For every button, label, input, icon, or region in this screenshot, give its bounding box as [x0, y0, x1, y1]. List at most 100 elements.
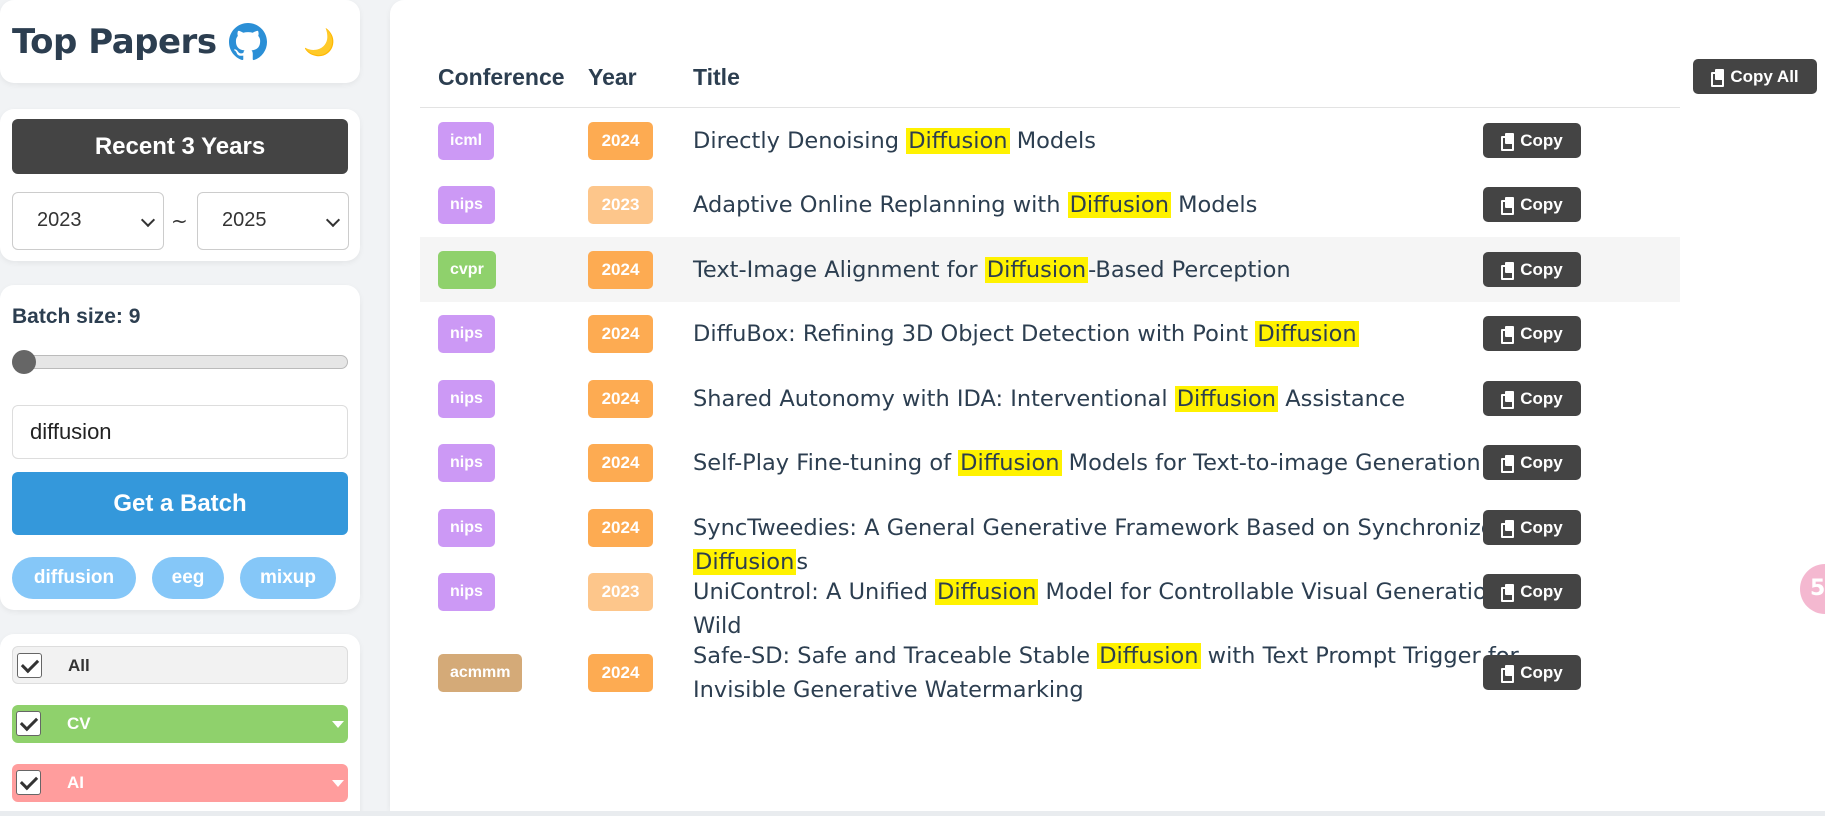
column-header-year: Year: [588, 64, 637, 90]
category-cv[interactable]: CV: [12, 705, 348, 743]
keyword-chip-eeg[interactable]: eeg: [152, 557, 224, 599]
copy-icon: [1501, 197, 1515, 215]
title-text: Shared Autonomy with IDA: Interventional: [693, 386, 1175, 412]
copy-label: Copy: [1520, 452, 1563, 472]
copy-icon: [1501, 326, 1515, 344]
brand-title: Top Papers: [12, 22, 217, 62]
copy-label: Copy: [1520, 581, 1563, 601]
keyword-highlight: Diffusion: [935, 579, 1039, 605]
title-text: DiffuBox: Refining 3D Object Detection w…: [693, 321, 1256, 347]
copy-button[interactable]: Copy: [1483, 316, 1581, 351]
copy-icon: [1501, 262, 1515, 280]
copy-button[interactable]: Copy: [1483, 123, 1581, 158]
sidebar: Top Papers 🌙 Recent 3 Years 2023 ~ 2025 …: [0, 0, 372, 816]
year-from-select[interactable]: 2023: [12, 192, 164, 250]
title-text: Adaptive Online Replanning with: [693, 192, 1068, 218]
search-input[interactable]: [12, 405, 348, 459]
title-text: Directly Denoising: [693, 128, 907, 154]
year-from-value: 2023: [37, 209, 82, 231]
conference-badge: icml: [438, 122, 495, 160]
year-badge: 2024: [588, 315, 653, 353]
table-row: cvpr 2024 Text-Image Alignment for Diffusi…: [420, 237, 1680, 302]
year-badge: 2024: [588, 251, 653, 289]
conference-badge: nips: [438, 573, 495, 611]
copy-icon: [1501, 520, 1515, 538]
title-text: -Based Perception: [1088, 257, 1291, 283]
title-text: UniControl: A Unified: [693, 579, 936, 605]
table-row: nips 2024 DiffuBox: Refining 3D Object Det…: [420, 302, 1680, 366]
copy-button[interactable]: Copy: [1483, 252, 1581, 287]
year-badge: 2024: [588, 444, 653, 482]
copy-all-label: Copy All: [1730, 66, 1799, 86]
copy-button[interactable]: Copy: [1483, 655, 1581, 690]
slider-thumb[interactable]: [12, 350, 36, 374]
keyword-chip-mixup[interactable]: mixup: [240, 557, 336, 599]
year-badge: 2024: [588, 654, 653, 692]
copy-icon: [1711, 69, 1725, 87]
paper-title: Shared Autonomy with IDA: Interventional…: [693, 382, 1593, 416]
copy-button[interactable]: Copy: [1483, 187, 1581, 222]
copy-label: Copy: [1520, 662, 1563, 682]
conference-badge: nips: [438, 509, 495, 547]
checkbox[interactable]: [16, 711, 41, 736]
copy-icon: [1501, 391, 1515, 409]
keyword-chip-diffusion[interactable]: diffusion: [12, 557, 136, 599]
checkbox[interactable]: [16, 770, 41, 795]
copy-icon: [1501, 455, 1515, 473]
batch-size-label: Batch size: 9: [12, 305, 141, 328]
checkbox[interactable]: [17, 653, 42, 678]
keyword-highlight: Diffusion: [984, 257, 1089, 283]
copy-button[interactable]: Copy: [1483, 510, 1581, 545]
copy-label: Copy: [1520, 259, 1563, 279]
get-batch-button[interactable]: Get a Batch: [12, 472, 348, 535]
copy-button[interactable]: Copy: [1483, 381, 1581, 416]
title-text: Models: [1170, 192, 1258, 218]
conference-badge: acmmm: [438, 654, 523, 692]
caret-down-icon[interactable]: [332, 721, 344, 728]
title-text: Models: [1009, 128, 1096, 154]
category-label: AI: [67, 773, 84, 792]
category-label: CV: [67, 714, 91, 733]
copy-label: Copy: [1520, 388, 1563, 408]
copy-icon: [1501, 665, 1515, 683]
year-separator: ~: [171, 209, 188, 233]
title-text: Text-Image Alignment for: [693, 257, 985, 283]
results-panel: Conference Year Title Copy All icml 2024 D…: [390, 0, 1825, 811]
title-text: SyncTweedies: A General Generative Frame…: [693, 515, 1509, 541]
paper-title: Safe-SD: Safe and Traceable Stable Diffu…: [693, 639, 1593, 707]
year-badge: 2023: [588, 186, 653, 224]
category-ai[interactable]: AI: [12, 764, 348, 802]
table-row: nips 2024 Shared Autonomy with IDA: Interv…: [420, 366, 1680, 431]
copy-button[interactable]: Copy: [1483, 574, 1581, 609]
batch-size-slider[interactable]: [12, 355, 348, 369]
column-header-conference: Conference: [438, 64, 565, 90]
github-icon[interactable]: [229, 23, 267, 61]
copy-button[interactable]: Copy: [1483, 445, 1581, 480]
paper-title: Text-Image Alignment for Diffusion-Based…: [693, 253, 1593, 287]
title-text: Assistance: [1278, 386, 1406, 412]
title-text: Self-Play Fine-tuning of: [693, 450, 959, 476]
year-to-select[interactable]: 2025: [197, 192, 349, 250]
keyword-highlight: Diffusion: [958, 450, 1062, 476]
table-row: nips 2023 Adaptive Online Replanning with …: [420, 173, 1680, 237]
category-card: All CV AI: [0, 634, 360, 816]
year-to-value: 2025: [222, 209, 267, 231]
conference-badge: nips: [438, 380, 495, 418]
year-badge: 2024: [588, 380, 653, 418]
title-text: Safe-SD: Safe and Traceable Stable: [693, 643, 1098, 669]
moon-icon[interactable]: 🌙: [303, 28, 335, 58]
paper-title: Directly Denoising Diffusion Models: [693, 124, 1593, 158]
conference-badge: nips: [438, 444, 495, 482]
caret-down-icon[interactable]: [332, 780, 344, 787]
batch-card: Batch size: 9 Get a Batch diffusion eeg …: [0, 285, 360, 610]
chevron-down-icon: [140, 212, 156, 228]
keyword-highlight: Diffusion: [1174, 386, 1279, 412]
category-all[interactable]: All: [12, 646, 348, 684]
column-header-title: Title: [693, 64, 740, 90]
copy-all-button[interactable]: Copy All: [1693, 59, 1817, 94]
paper-title: Self-Play Fine-tuning of Diffusion Model…: [693, 446, 1593, 480]
keyword-highlight: Diffusion: [1067, 192, 1171, 218]
conference-badge: cvpr: [438, 251, 496, 289]
recent-years-button[interactable]: Recent 3 Years: [12, 119, 348, 174]
paper-title: DiffuBox: Refining 3D Object Detection w…: [693, 317, 1593, 351]
